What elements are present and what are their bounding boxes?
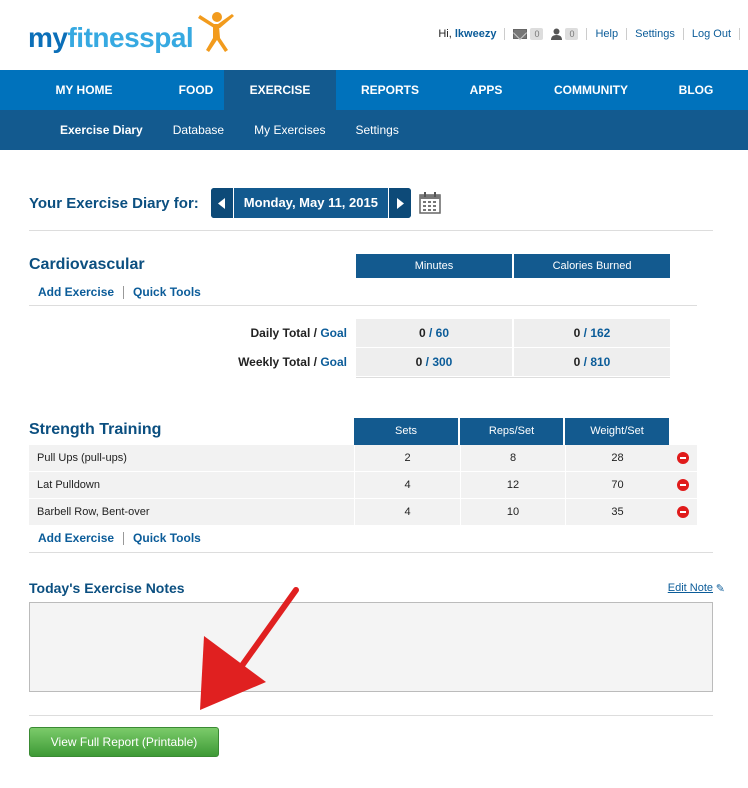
annotation-arrow xyxy=(200,587,299,710)
